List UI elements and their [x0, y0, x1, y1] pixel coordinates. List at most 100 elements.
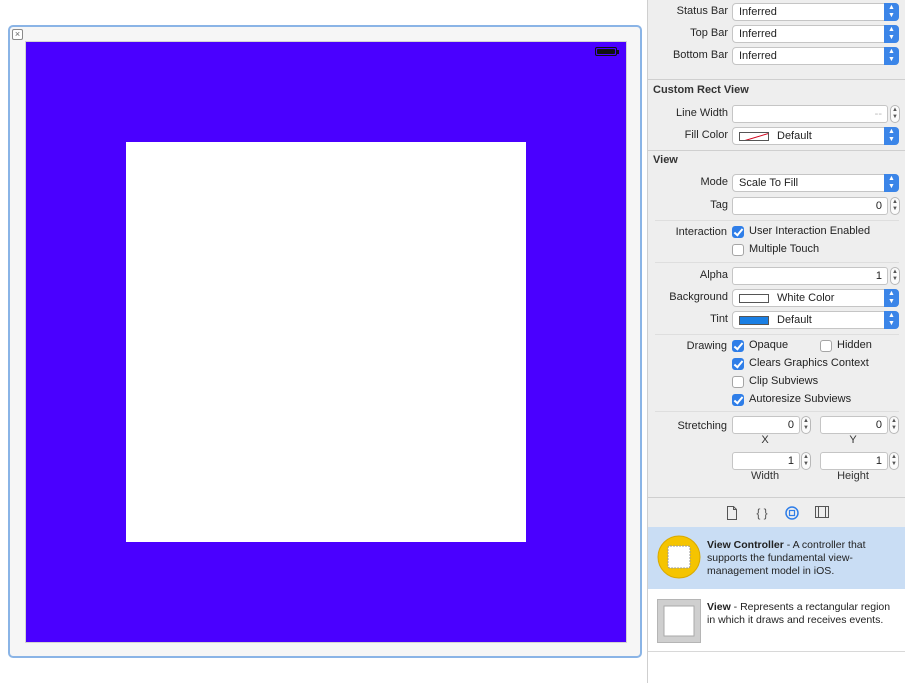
top-bar-row: Top Bar Inferred ▲ ▼ — [648, 24, 905, 44]
alpha-label: Alpha — [699, 269, 728, 281]
code-snippet-icon[interactable]: { } — [755, 506, 769, 520]
fill-color-row: Fill Color Default ▲ ▼ — [648, 126, 905, 146]
color-swatch-icon — [739, 294, 769, 303]
file-template-icon[interactable] — [725, 506, 739, 520]
line-width-stepper[interactable]: ▲ ▼ — [890, 105, 900, 123]
popup-arrows-icon: ▲ ▼ — [884, 174, 899, 192]
status-bar-popup[interactable]: Inferred ▲ ▼ — [732, 3, 899, 21]
opaque-checkbox[interactable] — [732, 340, 744, 352]
fill-color-label: Fill Color — [684, 129, 728, 141]
background-popup[interactable]: White Color ▲ ▼ — [732, 289, 899, 307]
fill-color-popup[interactable]: Default ▲ ▼ — [732, 127, 899, 145]
stretching-x-field[interactable]: 0 — [732, 416, 800, 434]
stretching-y-field[interactable]: 0 — [820, 416, 888, 434]
status-bar-row: Status Bar Inferred ▲ ▼ — [648, 2, 905, 22]
opaque-label: Opaque — [749, 339, 789, 351]
status-bar-value: Inferred — [739, 6, 777, 18]
root-view[interactable] — [25, 41, 627, 643]
battery-icon — [595, 47, 619, 56]
popup-arrows-icon: ▲ ▼ — [884, 25, 899, 43]
status-bar-label: Status Bar — [676, 5, 728, 17]
object-library-list: View Controller - A controller that supp… — [648, 527, 905, 683]
custom-rect-view[interactable] — [126, 142, 526, 542]
tag-value: 0 — [875, 200, 882, 212]
media-library-icon[interactable] — [815, 506, 829, 520]
autoresize-subviews-label: Autoresize Subviews — [749, 393, 852, 405]
tint-row: Tint Default ▲ ▼ — [648, 310, 905, 330]
view-controller-scene[interactable]: × — [8, 25, 642, 658]
section-divider — [648, 150, 905, 151]
mode-row: Mode Scale To Fill ▲ ▼ — [648, 173, 905, 193]
multiple-touch-checkbox[interactable] — [732, 244, 744, 256]
tint-label: Tint — [710, 313, 728, 325]
user-interaction-checkbox[interactable] — [732, 226, 744, 238]
tint-popup[interactable]: Default ▲ ▼ — [732, 311, 899, 329]
stretching-x-stepper[interactable]: ▲ ▼ — [801, 416, 811, 434]
stretching-height-value: 1 — [875, 455, 882, 467]
bottom-bar-row: Bottom Bar Inferred ▲ ▼ — [648, 46, 905, 66]
library-item-view-controller[interactable]: View Controller - A controller that supp… — [648, 527, 905, 589]
stretching-y-value: 0 — [875, 419, 882, 431]
user-interaction-label: User Interaction Enabled — [749, 225, 871, 237]
clears-graphics-context-checkbox[interactable] — [732, 358, 744, 370]
bottom-bar-popup[interactable]: Inferred ▲ ▼ — [732, 47, 899, 65]
popup-arrows-icon: ▲ ▼ — [884, 3, 899, 21]
clip-subviews-label: Clip Subviews — [749, 375, 819, 387]
group-divider — [655, 220, 899, 221]
tag-stepper[interactable]: ▲ ▼ — [890, 197, 900, 215]
library-item-description: - Represents a rectangular region in whi… — [707, 601, 891, 626]
stretching-width-stepper[interactable]: ▲ ▼ — [801, 452, 811, 470]
line-width-value: -- — [874, 108, 882, 120]
tag-row: Tag 0 ▲ ▼ — [648, 196, 905, 216]
attributes-inspector: Status Bar Inferred ▲ ▼ Top Bar Inferred … — [647, 0, 905, 683]
line-width-field[interactable]: -- — [732, 105, 888, 123]
no-color-swatch-icon — [739, 132, 769, 141]
mode-popup[interactable]: Scale To Fill ▲ ▼ — [732, 174, 899, 192]
library-item-text: View Controller - A controller that supp… — [707, 539, 897, 578]
stretching-y-stepper[interactable]: ▲ ▼ — [889, 416, 899, 434]
tint-value: Default — [777, 314, 812, 326]
tag-field[interactable]: 0 — [732, 197, 888, 215]
fill-color-value: Default — [777, 130, 812, 142]
mode-value: Scale To Fill — [739, 177, 799, 189]
autoresize-subviews-checkbox[interactable] — [732, 394, 744, 406]
hidden-checkbox[interactable] — [820, 340, 832, 352]
alpha-row: Alpha 1 ▲ ▼ — [648, 266, 905, 286]
background-label: Background — [669, 291, 728, 303]
view-icon — [657, 599, 701, 643]
library-item-name: View — [707, 601, 731, 613]
stretching-y-caption: Y — [849, 434, 857, 446]
popup-arrows-icon: ▲ ▼ — [884, 289, 899, 307]
storyboard-canvas[interactable]: × — [0, 0, 647, 683]
stretching-width-value: 1 — [787, 455, 794, 467]
multiple-touch-label: Multiple Touch — [749, 243, 820, 255]
library-tab-bar: { } — [648, 497, 905, 527]
color-swatch-icon — [739, 316, 769, 325]
stretching-height-caption: Height — [837, 470, 869, 482]
close-icon[interactable]: × — [12, 29, 23, 40]
bottom-bar-value: Inferred — [739, 50, 777, 62]
group-divider — [655, 411, 899, 412]
clip-subviews-checkbox[interactable] — [732, 376, 744, 388]
popup-arrows-icon: ▲ ▼ — [884, 47, 899, 65]
stretching-height-field[interactable]: 1 — [820, 452, 888, 470]
group-divider — [655, 334, 899, 335]
popup-arrows-icon: ▲ ▼ — [884, 311, 899, 329]
popup-arrows-icon: ▲ ▼ — [884, 127, 899, 145]
background-row: Background White Color ▲ ▼ — [648, 288, 905, 308]
view-controller-icon — [657, 535, 701, 579]
stretching-label: Stretching — [677, 420, 727, 432]
alpha-stepper[interactable]: ▲ ▼ — [890, 267, 900, 285]
line-width-label: Line Width — [676, 107, 728, 119]
hidden-label: Hidden — [837, 339, 872, 351]
top-bar-popup[interactable]: Inferred ▲ ▼ — [732, 25, 899, 43]
drawing-label: Drawing — [686, 340, 727, 352]
library-item-text: View - Represents a rectangular region i… — [707, 601, 897, 627]
library-item-view[interactable]: View - Represents a rectangular region i… — [648, 590, 905, 652]
alpha-field[interactable]: 1 — [732, 267, 888, 285]
stretching-height-stepper[interactable]: ▲ ▼ — [889, 452, 899, 470]
section-divider — [648, 79, 905, 80]
object-library-icon[interactable] — [785, 506, 799, 520]
bottom-bar-label: Bottom Bar — [672, 49, 728, 61]
stretching-width-field[interactable]: 1 — [732, 452, 800, 470]
